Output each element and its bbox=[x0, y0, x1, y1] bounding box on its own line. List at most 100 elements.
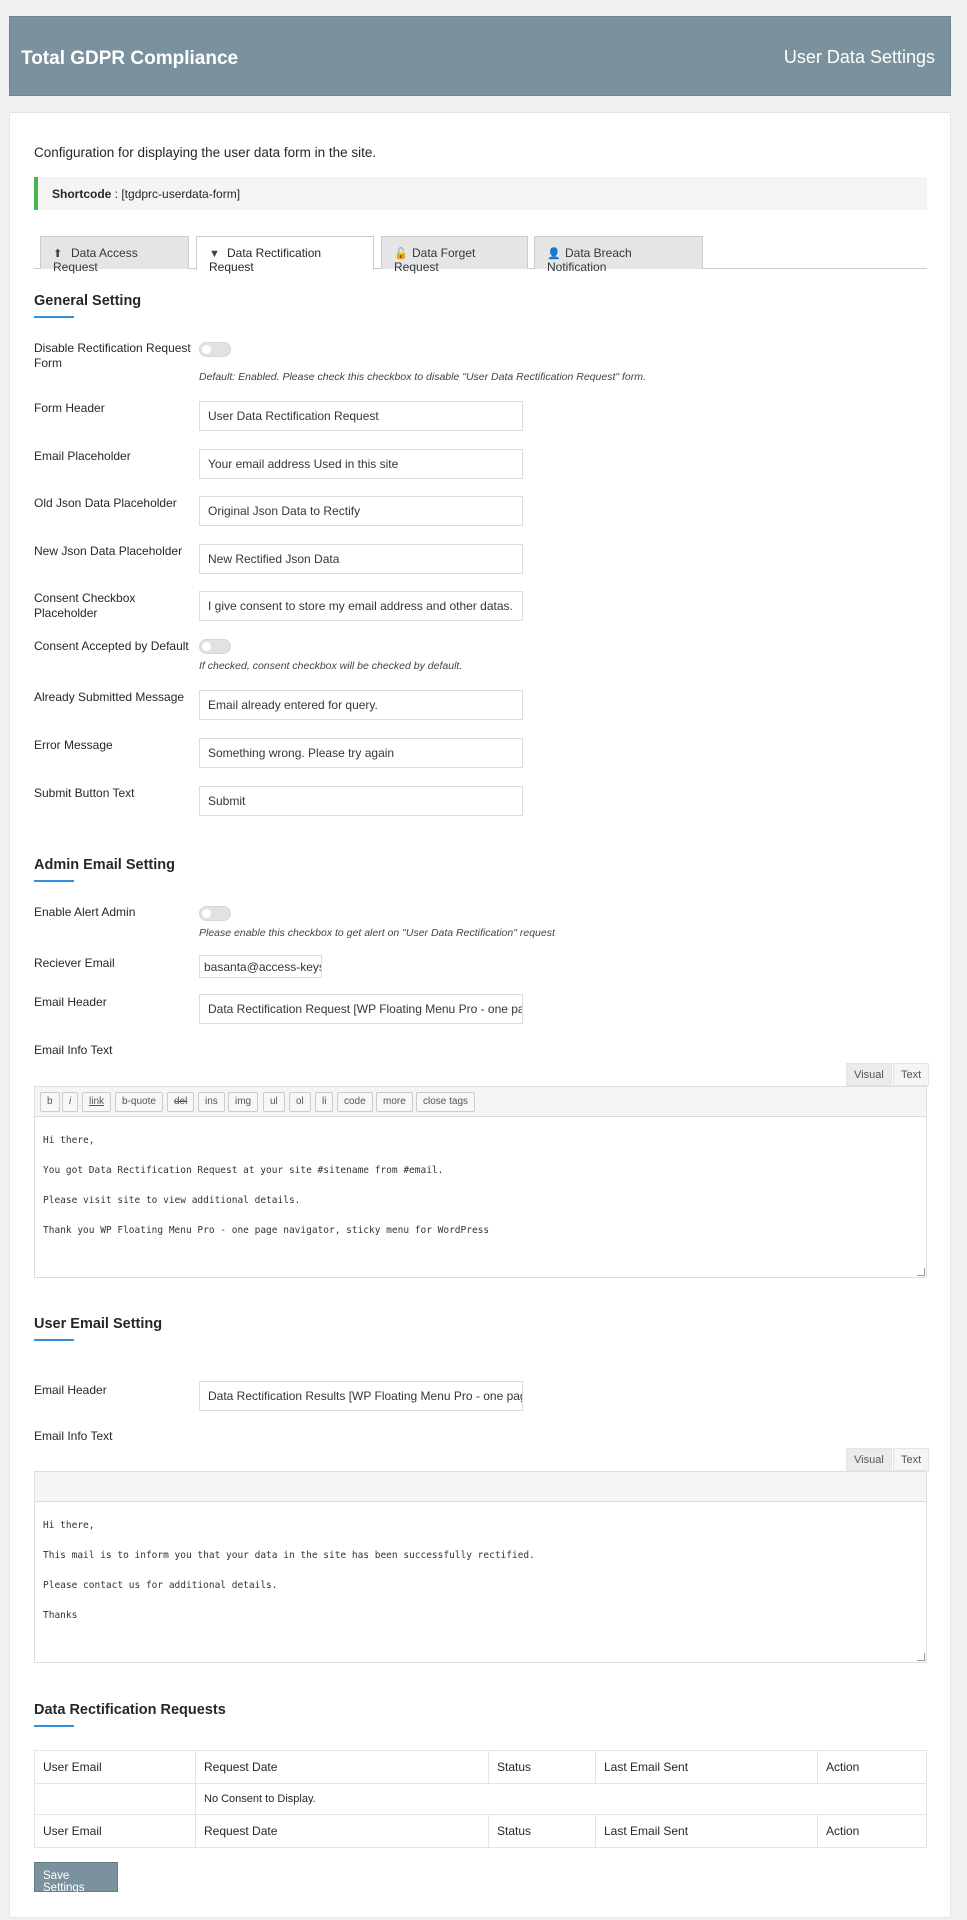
admin-email-header-input[interactable]: Data Rectification Request [WP Floating … bbox=[199, 994, 523, 1024]
admin-email-title: Admin Email Setting bbox=[34, 857, 175, 873]
tab-data-forget-request[interactable]: 🔓 Data Forget Request bbox=[381, 236, 528, 274]
consent-placeholder-label: Consent Checkbox Placeholder bbox=[34, 591, 136, 620]
col-last-email-sent: Last Email Sent bbox=[595, 1750, 818, 1784]
qt-bquote-button[interactable]: b-quote bbox=[115, 1092, 163, 1112]
email-placeholder-input[interactable]: Your email address Used in this site bbox=[199, 449, 523, 479]
upload-icon: ⬆ bbox=[53, 248, 63, 260]
user-info-textarea[interactable]: Hi there, This mail is to inform you tha… bbox=[35, 1503, 926, 1639]
shortcode-label: Shortcode bbox=[52, 187, 112, 201]
qt-italic-button[interactable]: i bbox=[62, 1092, 79, 1112]
user-info-text-label: Email Info Text bbox=[34, 1429, 113, 1443]
section-underline bbox=[34, 880, 74, 882]
qt-link-button[interactable]: link bbox=[82, 1092, 112, 1112]
user-email-header-input[interactable]: Data Rectification Results [WP Floating … bbox=[199, 1381, 523, 1411]
qt-del-button[interactable]: del bbox=[167, 1092, 195, 1112]
resize-handle[interactable] bbox=[917, 1653, 925, 1661]
text-line: Thanks bbox=[43, 1610, 78, 1621]
submit-text-label: Submit Button Text bbox=[34, 786, 135, 800]
col-last-email-sent: Last Email Sent bbox=[595, 1814, 818, 1848]
text-line: Hi there, bbox=[43, 1520, 95, 1531]
form-header-label: Form Header bbox=[34, 401, 105, 415]
col-user-email: User Email bbox=[34, 1750, 196, 1784]
receiver-email-input[interactable]: basanta@access-keys.c bbox=[199, 955, 322, 978]
text-line: This mail is to inform you that your dat… bbox=[43, 1550, 535, 1561]
user-secret-icon: 👤 bbox=[547, 248, 561, 260]
old-json-label: Old Json Data Placeholder bbox=[34, 496, 177, 510]
user-email-header-label: Email Header bbox=[34, 1383, 107, 1397]
qt-ul-button[interactable]: ul bbox=[263, 1092, 285, 1112]
text-line: You got Data Rectification Request at yo… bbox=[43, 1165, 444, 1176]
old-json-input[interactable]: Original Json Data to Rectify bbox=[199, 496, 523, 526]
tab-data-breach-notification[interactable]: 👤 Data Breach Notification bbox=[534, 236, 703, 274]
page-header: Total GDPR Compliance User Data Settings bbox=[9, 16, 951, 96]
tab-data-access-request[interactable]: ⬆ Data Access Request bbox=[40, 236, 189, 274]
tab-data-rectification-request[interactable]: ▼ Data Rectification Request bbox=[196, 236, 374, 274]
section-underline bbox=[34, 1339, 74, 1341]
user-email-title: User Email Setting bbox=[34, 1316, 163, 1332]
col-request-date: Request Date bbox=[195, 1814, 489, 1848]
enable-alert-toggle[interactable] bbox=[199, 906, 231, 921]
user-visual-tab[interactable]: Visual bbox=[846, 1448, 892, 1471]
empty-cell bbox=[34, 1783, 196, 1815]
qt-code-button[interactable]: code bbox=[337, 1092, 373, 1112]
tab-bar: ⬆ Data Access Request ▼ Data Rectification… bbox=[34, 236, 927, 274]
table-row: No Consent to Display. bbox=[34, 1783, 927, 1815]
disable-form-toggle[interactable] bbox=[199, 342, 231, 357]
quicktags-toolbar bbox=[35, 1472, 926, 1502]
col-action: Action bbox=[817, 1750, 927, 1784]
receiver-email-label: Reciever Email bbox=[34, 956, 115, 970]
error-message-input[interactable]: Something wrong. Please try again bbox=[199, 738, 523, 768]
col-status: Status bbox=[488, 1750, 596, 1784]
col-request-date: Request Date bbox=[195, 1750, 489, 1784]
col-action: Action bbox=[817, 1814, 927, 1848]
disable-form-hint: Default: Enabled. Please check this chec… bbox=[199, 371, 646, 383]
filter-icon: ▼ bbox=[209, 248, 220, 260]
consent-default-toggle[interactable] bbox=[199, 639, 231, 654]
admin-info-editor: b i link b-quote del ins img ul ol li co… bbox=[34, 1086, 927, 1278]
new-json-label: New Json Data Placeholder bbox=[34, 544, 183, 558]
admin-visual-tab[interactable]: Visual bbox=[846, 1063, 892, 1086]
shortcode-box: Shortcode : [tgdprc-userdata-form] bbox=[34, 177, 927, 210]
qt-bold-button[interactable]: b bbox=[40, 1092, 60, 1112]
quicktags-toolbar: b i link b-quote del ins img ul ol li co… bbox=[35, 1087, 926, 1117]
tab-label: Data Rectification Request bbox=[209, 246, 322, 274]
enable-alert-hint: Please enable this checkbox to get alert… bbox=[199, 927, 555, 939]
settings-panel: Configuration for displaying the user da… bbox=[9, 112, 951, 1918]
empty-message: No Consent to Display. bbox=[195, 1783, 927, 1815]
admin-info-textarea[interactable]: Hi there, You got Data Rectification Req… bbox=[35, 1118, 926, 1254]
disable-form-label: Disable Rectification Request Form bbox=[34, 341, 191, 370]
page-subtitle: User Data Settings bbox=[783, 47, 935, 67]
already-submitted-input[interactable]: Email already entered for query. bbox=[199, 690, 523, 720]
submit-text-input[interactable]: Submit bbox=[199, 786, 523, 816]
col-status: Status bbox=[488, 1814, 596, 1848]
consent-default-hint: If checked, consent checkbox will be che… bbox=[199, 660, 463, 672]
text-line: Thank you WP Floating Menu Pro - one pag… bbox=[43, 1225, 490, 1236]
form-header-input[interactable]: User Data Rectification Request bbox=[199, 401, 523, 431]
qt-ol-button[interactable]: ol bbox=[289, 1092, 311, 1112]
section-underline bbox=[34, 316, 74, 318]
user-info-editor: Hi there, This mail is to inform you tha… bbox=[34, 1471, 927, 1663]
text-line: Hi there, bbox=[43, 1135, 95, 1146]
qt-more-button[interactable]: more bbox=[376, 1092, 413, 1112]
resize-handle[interactable] bbox=[917, 1268, 925, 1276]
text-line: Please visit site to view additional det… bbox=[43, 1195, 301, 1206]
qt-li-button[interactable]: li bbox=[315, 1092, 334, 1112]
qt-close-tags-button[interactable]: close tags bbox=[416, 1092, 476, 1112]
new-json-input[interactable]: New Rectified Json Data bbox=[199, 544, 523, 574]
qt-img-button[interactable]: img bbox=[228, 1092, 259, 1112]
user-text-tab[interactable]: Text bbox=[893, 1448, 930, 1471]
consent-placeholder-input[interactable]: I give consent to store my email address… bbox=[199, 591, 523, 621]
col-user-email: User Email bbox=[34, 1814, 196, 1848]
admin-text-tab[interactable]: Text bbox=[893, 1063, 930, 1086]
requests-title: Data Rectification Requests bbox=[34, 1702, 226, 1718]
table-footer-row: User Email Request Date Status Last Emai… bbox=[34, 1814, 927, 1848]
table-header-row: User Email Request Date Status Last Emai… bbox=[34, 1750, 927, 1784]
shortcode-value: : [tgdprc-userdata-form] bbox=[111, 187, 241, 201]
save-settings-button[interactable]: Save Settings bbox=[34, 1862, 118, 1894]
section-underline bbox=[34, 1725, 74, 1727]
requests-table: User Email Request Date Status Last Emai… bbox=[34, 1750, 927, 1848]
qt-ins-button[interactable]: ins bbox=[198, 1092, 225, 1112]
intro-text: Configuration for displaying the user da… bbox=[34, 145, 377, 160]
text-line: Please contact us for additional details… bbox=[43, 1580, 278, 1591]
plugin-title: Total GDPR Compliance bbox=[21, 48, 239, 69]
